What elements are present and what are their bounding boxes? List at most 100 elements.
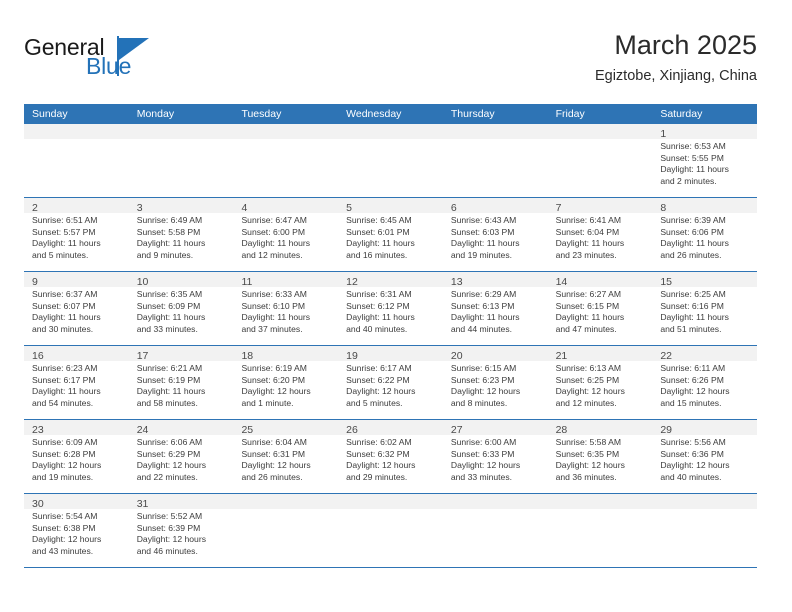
day-number: 2 [32, 202, 38, 214]
day-details: Sunrise: 5:56 AM Sunset: 6:36 PM Daylight:… [652, 435, 757, 483]
day-cell-24[interactable]: 24 Sunrise: 6:06 AM Sunset: 6:29 PM Dayligh… [128, 420, 234, 493]
day-cell-empty [338, 494, 443, 567]
title-block: March 2025 Egiztobe, Xinjiang, China [595, 28, 757, 87]
day-cell-20[interactable]: 20 Sunrise: 6:15 AM Sunset: 6:23 PM Dayligh… [442, 346, 548, 419]
day-cell-6[interactable]: 6 Sunrise: 6:43 AM Sunset: 6:03 PM Daylight… [442, 198, 548, 271]
day-cell-22[interactable]: 22 Sunrise: 6:11 AM Sunset: 6:26 PM Dayligh… [652, 346, 758, 419]
day-details [233, 139, 338, 141]
daylight-text: Daylight: 11 hours [555, 312, 625, 323]
day-number-strip: 22 [652, 346, 758, 362]
day-cell-13[interactable]: 13 Sunrise: 6:29 AM Sunset: 6:13 PM Dayligh… [442, 272, 548, 345]
sunrise-text: Sunrise: 5:56 AM [660, 437, 726, 447]
calendar-page: General Blue March 2025 Egiztobe, Xinjia… [0, 0, 792, 612]
daylight-text: Daylight: 12 hours [555, 460, 625, 471]
daylight-text: and 1 minute. [241, 397, 294, 408]
day-number-strip: 20 [442, 346, 548, 362]
sunrise-text: Sunrise: 6:02 AM [346, 437, 412, 447]
day-cell-10[interactable]: 10 Sunrise: 6:35 AM Sunset: 6:09 PM Dayligh… [128, 272, 234, 345]
day-cell-31[interactable]: 31 Sunrise: 5:52 AM Sunset: 6:39 PM Dayligh… [128, 494, 234, 567]
day-details [548, 139, 653, 141]
day-cell-15[interactable]: 15 Sunrise: 6:25 AM Sunset: 6:16 PM Dayligh… [652, 272, 758, 345]
sunset-text: Sunset: 6:36 PM [660, 448, 724, 459]
sunrise-text: Sunrise: 6:29 AM [450, 289, 517, 299]
day-details: Sunrise: 6:51 AM Sunset: 5:57 PM Daylight:… [24, 213, 129, 261]
general-blue-logo[interactable]: General Blue [24, 34, 174, 90]
day-details: Sunrise: 5:54 AM Sunset: 6:38 PM Daylight:… [24, 509, 129, 557]
daylight-text: Daylight: 11 hours [450, 312, 520, 323]
day-number-strip: 5 [338, 198, 443, 214]
page-title: March 2025 [614, 30, 757, 60]
day-cell-12[interactable]: 12 Sunrise: 6:31 AM Sunset: 6:12 PM Dayligh… [338, 272, 443, 345]
day-number: 15 [660, 276, 672, 288]
day-details: Sunrise: 6:23 AM Sunset: 6:17 PM Daylight:… [24, 361, 129, 409]
day-cell-25[interactable]: 25 Sunrise: 6:04 AM Sunset: 6:31 PM Dayligh… [233, 420, 339, 493]
daylight-text: Daylight: 11 hours [136, 386, 206, 397]
sunrise-text: Sunrise: 6:04 AM [241, 437, 307, 447]
sunset-text: Sunset: 6:25 PM [555, 374, 620, 385]
day-cell-3[interactable]: 3 Sunrise: 6:49 AM Sunset: 5:58 PM Daylight… [128, 198, 234, 271]
day-cell-16[interactable]: 16 Sunrise: 6:23 AM Sunset: 6:17 PM Dayligh… [24, 346, 129, 419]
day-cell-29[interactable]: 29 Sunrise: 5:56 AM Sunset: 6:36 PM Dayligh… [652, 420, 758, 493]
day-cell-7[interactable]: 7 Sunrise: 6:41 AM Sunset: 6:04 PM Daylight… [547, 198, 653, 271]
sunrise-text: Sunrise: 6:13 AM [555, 363, 622, 373]
daylight-text: Daylight: 12 hours [241, 460, 311, 471]
day-details: Sunrise: 6:35 AM Sunset: 6:09 PM Daylight:… [129, 287, 234, 335]
sunrise-text: Sunrise: 6:33 AM [241, 289, 307, 299]
daylight-text: Daylight: 11 hours [346, 238, 415, 249]
day-number-strip: 27 [442, 420, 548, 436]
sunrise-text: Sunrise: 5:54 AM [32, 511, 98, 521]
day-cell-8[interactable]: 8 Sunrise: 6:39 AM Sunset: 6:06 PM Daylight… [652, 198, 758, 271]
daylight-text: and 33 minutes. [136, 323, 198, 334]
day-cell-19[interactable]: 19 Sunrise: 6:17 AM Sunset: 6:22 PM Dayligh… [338, 346, 443, 419]
day-cell-4[interactable]: 4 Sunrise: 6:47 AM Sunset: 6:00 PM Daylight… [233, 198, 339, 271]
day-cell-5[interactable]: 5 Sunrise: 6:45 AM Sunset: 6:01 PM Daylight… [338, 198, 443, 271]
day-cell-27[interactable]: 27 Sunrise: 6:00 AM Sunset: 6:33 PM Dayligh… [442, 420, 548, 493]
sunset-text: Sunset: 6:07 PM [32, 300, 96, 311]
sunrise-text: Sunrise: 6:17 AM [346, 363, 412, 373]
sunset-text: Sunset: 6:03 PM [450, 226, 515, 237]
day-number-strip: 3 [128, 198, 234, 214]
sunset-text: Sunset: 6:09 PM [136, 300, 201, 311]
page-subtitle: Egiztobe, Xinjiang, China [594, 68, 757, 84]
daylight-text: Daylight: 12 hours [346, 460, 416, 471]
sunset-text: Sunset: 6:06 PM [660, 226, 724, 237]
sunset-text: Sunset: 5:55 PM [660, 152, 724, 163]
day-number-strip: 31 [128, 494, 234, 510]
day-cell-17[interactable]: 17 Sunrise: 6:21 AM Sunset: 6:19 PM Dayligh… [128, 346, 234, 419]
day-number: 26 [346, 424, 358, 436]
day-cell-14[interactable]: 14 Sunrise: 6:27 AM Sunset: 6:15 PM Dayligh… [547, 272, 653, 345]
day-number-strip: 2 [24, 198, 129, 214]
day-number: 4 [241, 202, 248, 214]
daylight-text: Daylight: 12 hours [450, 460, 521, 471]
day-cell-1[interactable]: 1 Sunrise: 6:53 AM Sunset: 5:55 PM Daylight… [652, 124, 758, 197]
day-number: 25 [241, 424, 254, 436]
day-cell-9[interactable]: 9 Sunrise: 6:37 AM Sunset: 6:07 PM Daylight… [24, 272, 129, 345]
daylight-text: Daylight: 12 hours [346, 386, 416, 397]
day-details: Sunrise: 6:33 AM Sunset: 6:10 PM Daylight:… [233, 287, 338, 335]
day-cell-18[interactable]: 18 Sunrise: 6:19 AM Sunset: 6:20 PM Dayligh… [233, 346, 339, 419]
day-details [129, 139, 234, 141]
daylight-text: and 5 minutes. [32, 249, 89, 260]
day-cell-empty [128, 124, 234, 197]
sunrise-text: Sunrise: 6:47 AM [241, 215, 307, 225]
sunset-text: Sunset: 6:31 PM [241, 448, 305, 459]
day-details: Sunrise: 6:47 AM Sunset: 6:00 PM Daylight:… [233, 213, 338, 261]
weekday-header-sunday: Sunday [32, 108, 68, 120]
day-cell-11[interactable]: 11 Sunrise: 6:33 AM Sunset: 6:10 PM Dayligh… [233, 272, 339, 345]
day-details: Sunrise: 6:19 AM Sunset: 6:20 PM Daylight:… [233, 361, 338, 409]
day-cell-23[interactable]: 23 Sunrise: 6:09 AM Sunset: 6:28 PM Dayligh… [24, 420, 129, 493]
day-number: 14 [555, 276, 568, 288]
day-cell-21[interactable]: 21 Sunrise: 6:13 AM Sunset: 6:25 PM Dayligh… [547, 346, 653, 419]
sunrise-text: Sunrise: 6:45 AM [346, 215, 412, 225]
day-cell-26[interactable]: 26 Sunrise: 6:02 AM Sunset: 6:32 PM Dayligh… [338, 420, 443, 493]
calendar-week-row: 1 Sunrise: 6:53 AM Sunset: 5:55 PM Daylight… [24, 124, 758, 197]
daylight-text: Daylight: 11 hours [32, 312, 101, 323]
day-cell-2[interactable]: 2 Sunrise: 6:51 AM Sunset: 5:57 PM Daylight… [24, 198, 129, 271]
sunrise-text: Sunrise: 6:27 AM [555, 289, 622, 299]
day-number: 22 [660, 350, 672, 362]
sunrise-text: Sunrise: 6:39 AM [660, 215, 726, 225]
day-cell-28[interactable]: 28 Sunrise: 5:58 AM Sunset: 6:35 PM Dayligh… [547, 420, 653, 493]
daylight-text: and 46 minutes. [136, 545, 198, 556]
day-details [233, 509, 338, 511]
day-cell-30[interactable]: 30 Sunrise: 5:54 AM Sunset: 6:38 PM Dayligh… [24, 494, 129, 567]
